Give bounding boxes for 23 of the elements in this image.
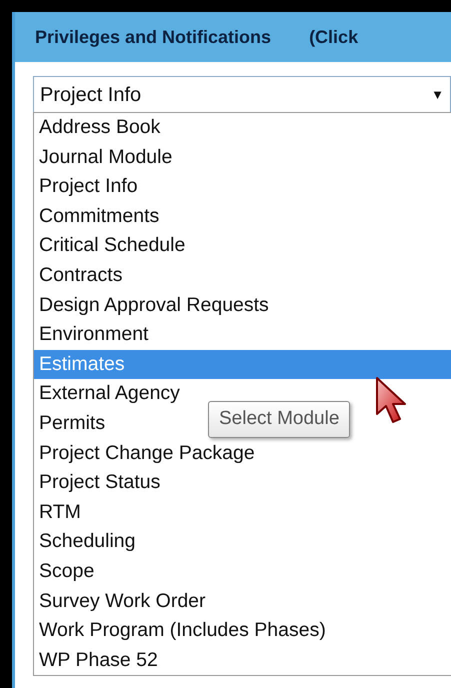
dropdown-option[interactable]: External Agency bbox=[34, 379, 184, 409]
dropdown-option[interactable]: Design Approval Requests bbox=[34, 290, 273, 320]
dropdown-option[interactable]: Permits bbox=[34, 408, 110, 439]
header-hint: (Click bbox=[309, 26, 358, 49]
dropdown-option[interactable]: Project Change Package bbox=[34, 438, 259, 468]
dropdown-option[interactable]: Commitments bbox=[34, 202, 164, 232]
dropdown-option[interactable]: Address Book bbox=[34, 113, 164, 143]
dropdown-option[interactable]: Project Info bbox=[34, 172, 142, 202]
dropdown-option[interactable]: WP Phase 52 bbox=[34, 646, 162, 676]
panel-title: Privileges and Notifications bbox=[35, 26, 272, 49]
tooltip: Select Module bbox=[208, 401, 350, 438]
dropdown-option[interactable]: Critical Schedule bbox=[34, 231, 190, 261]
dropdown-option[interactable]: Project Status bbox=[34, 468, 164, 498]
dropdown-option[interactable]: Work Program (Includes Phases) bbox=[34, 616, 330, 646]
module-dropdown[interactable]: Project Info ▼ bbox=[33, 76, 451, 112]
dropdown-option[interactable]: Scope bbox=[34, 556, 98, 586]
dropdown-option[interactable]: Journal Module bbox=[34, 142, 176, 172]
dropdown-option[interactable]: RTM bbox=[34, 498, 85, 528]
dropdown-option[interactable]: Scheduling bbox=[34, 527, 140, 557]
dropdown-arrow-icon[interactable]: ▼ bbox=[431, 84, 444, 104]
dropdown-option[interactable]: Contracts bbox=[34, 260, 126, 291]
dropdown-option[interactable]: Environment bbox=[34, 320, 152, 350]
dropdown-option[interactable]: Survey Work Order bbox=[34, 586, 210, 616]
